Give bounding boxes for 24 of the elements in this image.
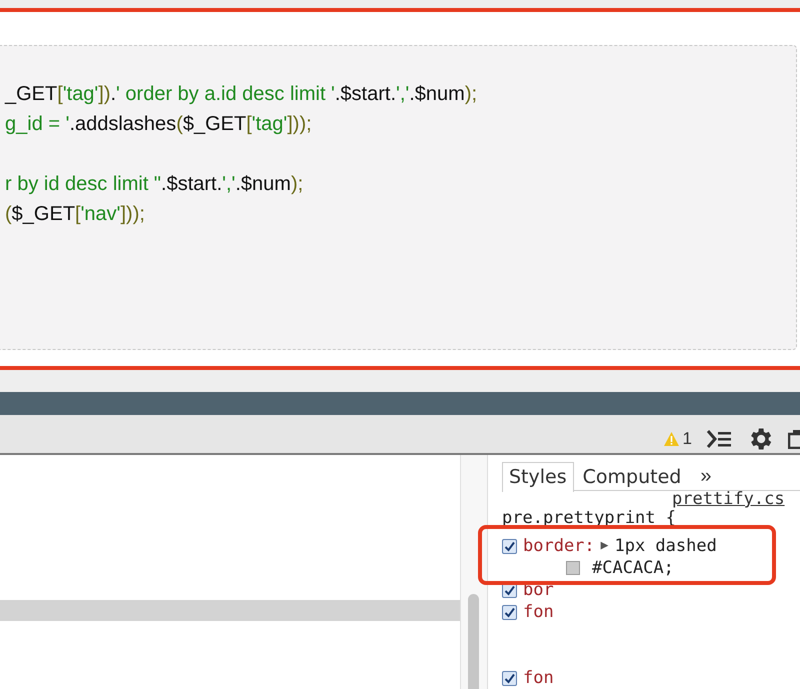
property-value: 1px dashed [614,535,717,557]
color-swatch[interactable] [566,561,580,575]
code-line: r by id desc limit ".$start.','.$num); [4,172,304,197]
property-name: bor [523,579,554,601]
warning-count[interactable]: 1 [662,429,692,449]
property-name: fon [523,601,554,623]
code-line: g_id = '.addslashes($_GET['tag'])); [4,112,313,137]
console-drawer-icon[interactable] [706,429,732,449]
expand-arrow[interactable]: ▶ [600,535,608,557]
property-name: fon [523,667,554,689]
property-name: border: [523,535,595,557]
more-tabs[interactable]: » [700,465,712,488]
checkbox[interactable] [502,670,517,686]
checkbox[interactable] [502,604,517,620]
checkbox[interactable] [502,538,517,554]
warning-icon [662,431,680,447]
scrollbar-thumb[interactable] [468,594,479,689]
panel-tab[interactable]: Styles [502,462,574,492]
dock-icon[interactable] [788,429,800,449]
code-line: ($_GET['nav'])); [4,202,146,227]
code-line: _GET['tag']).' order by a.id desc limit '.$start.','.$num); [4,82,478,107]
panel-tab[interactable]: Computed [576,462,688,492]
source-link[interactable]: prettify.cs [672,491,785,507]
property-value: #CACACA; [592,557,674,579]
